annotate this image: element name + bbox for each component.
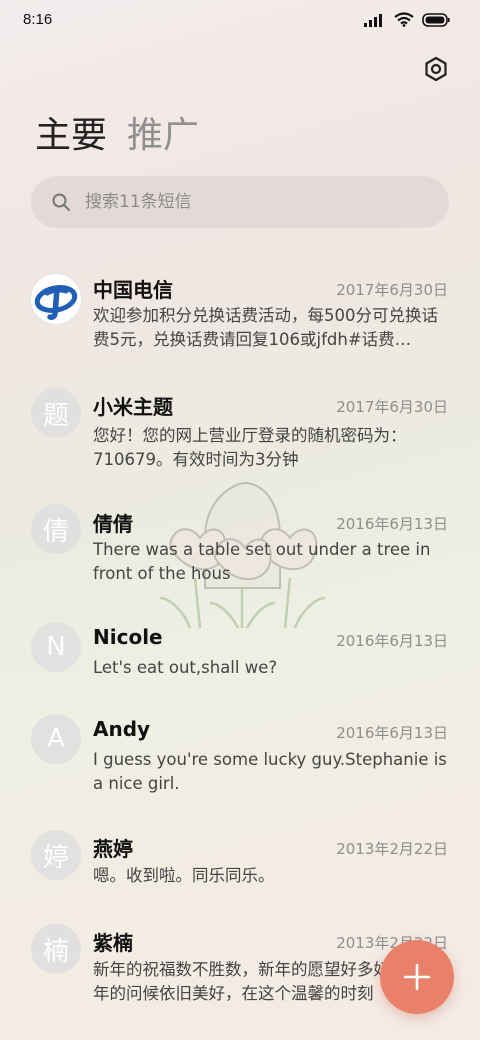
message-preview: Let's eat out,shall we? [93,658,278,677]
settings-icon [425,56,447,82]
avatar: 题 [31,388,81,438]
search-bar[interactable] [31,176,449,228]
settings-button[interactable] [422,55,450,83]
contact-name: Andy [93,717,151,741]
avatar: 倩 [31,504,81,554]
contact-name: Nicole [93,625,163,649]
new-message-button[interactable] [380,940,454,1014]
status-time: 8:16 [23,11,53,28]
avatar: N [31,622,81,672]
status-bar: 8:16 [0,0,480,40]
message-date: 2013年2月22日 [336,840,448,858]
wifi-icon [394,12,414,27]
message-preview: 您好！您的网上营业厅登录的随机密码为：710679。有效时间为3分钟 [93,426,407,469]
message-date: 2016年6月13日 [336,515,448,533]
contact-name: 小米主题 [93,395,173,419]
tab-promotions[interactable]: 推广 [127,114,199,158]
contact-name: 倩倩 [93,512,133,536]
message-preview: I guess you're some lucky guy.Stephanie … [93,750,447,793]
contact-name: 紫楠 [93,931,133,955]
battery-icon [422,12,450,27]
message-preview: 嗯。收到啦。同乐同乐。 [93,866,275,885]
message-date: 2017年6月30日 [336,281,448,299]
plus-icon [403,963,431,991]
message-date: 2016年6月13日 [336,632,448,650]
signal-icon [364,13,382,27]
status-icons [364,12,450,27]
message-preview: 欢迎参加积分兑换话费活动，每500分可兑换话费5元，兑换话费请回复106或jfd… [93,306,438,349]
avatar: 楠 [31,924,81,974]
avatar: A [31,714,81,764]
tab-primary[interactable]: 主要 [35,114,107,158]
message-date: 2017年6月30日 [336,398,448,416]
search-icon [52,193,70,211]
avatar [31,274,81,324]
contact-name: 中国电信 [93,278,173,302]
message-date: 2016年6月13日 [336,724,448,742]
search-input[interactable] [83,191,407,213]
contact-name: 燕婷 [93,837,133,861]
avatar: 婷 [31,830,81,880]
tab-bar: 主要 推广 [35,114,199,158]
china-telecom-logo-icon [34,285,78,320]
message-preview: There was a table set out under a tree i… [93,540,431,583]
